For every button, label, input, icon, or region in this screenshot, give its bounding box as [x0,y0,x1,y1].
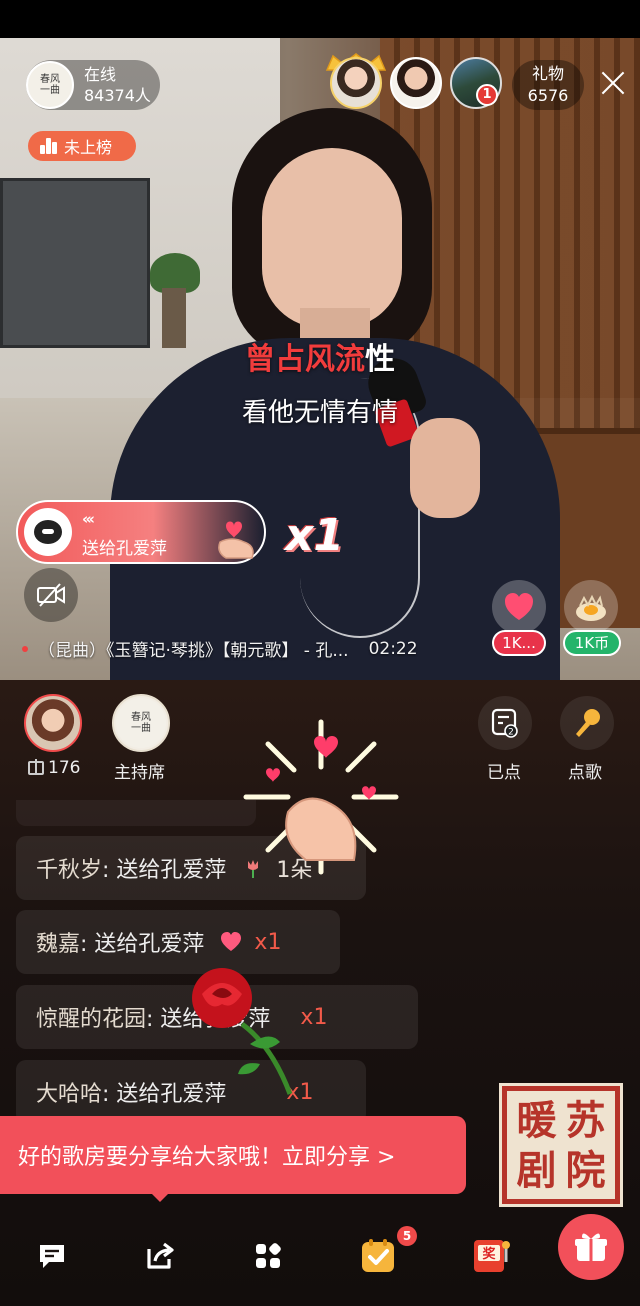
seal-char: 暖 [516,1097,557,1144]
camera-off-icon [37,583,65,607]
seal-char: 苏 [565,1097,606,1144]
close-icon[interactable] [596,66,630,100]
host-seat-label: 主持席 [114,763,165,783]
gift-button[interactable] [558,1214,624,1280]
host-seat-avatar[interactable]: 春风 一曲 [112,694,170,752]
singer-gift-stat: 176 [28,758,80,778]
song-title: （昆曲）《玉簪记·琴挑》【朝元歌】 - 孔... [38,641,349,661]
lottery-button[interactable]: 奖 [466,1230,518,1282]
chat-action: : 送给孔爱萍 [80,932,205,957]
rank-button[interactable]: 未上榜 [28,131,136,161]
gift-multiplier: x1 [285,510,344,561]
singer-face [262,148,402,328]
chat-user: 惊醒的花园 [36,1007,147,1032]
top-gifter-avatar-1[interactable] [330,57,382,109]
more-apps-button[interactable] [242,1230,294,1282]
ordered-songs-button[interactable]: 2 [478,696,532,750]
share-button[interactable] [134,1230,186,1282]
now-playing[interactable]: （昆曲）《玉簪记·琴挑》【朝元歌】 - 孔... 02:22 [22,636,418,661]
online-count: 84374人 [84,86,151,105]
request-song-button[interactable] [560,696,614,750]
chat-user: 大哈哈 [36,1082,103,1107]
gift-banner-text: 送给孔爱萍 [82,539,167,559]
egg-icon [576,594,606,621]
checklist-icon [362,1239,394,1272]
camera-off-button[interactable] [24,568,78,622]
top-gifter-avatar-2[interactable] [390,57,442,109]
video-bg-door [0,178,150,348]
seal-char: 剧 [516,1147,557,1194]
chat-fade [16,800,256,826]
chat-bubble-icon [34,520,62,544]
song-time: 02:22 [368,638,418,659]
heart-icon [505,593,533,620]
comment-icon [40,1245,64,1268]
toast-pointer [150,1192,170,1202]
lottery-machine-icon: 奖 [474,1240,510,1272]
finger-heart-burst-animation [243,719,399,875]
lyric-next: 看他无情有情 [241,398,398,428]
podium-icon [40,138,58,154]
grid-icon [256,1243,281,1268]
bottom-toolbar: 奖 [0,1214,640,1306]
gift-icon [28,759,44,775]
coin-gift-button[interactable] [564,580,618,634]
top-gifter-badge: 1 [476,84,498,106]
lyric-rest: 性 [365,342,395,377]
playlist-icon: 2 [491,708,518,738]
chat-user: 千秋岁 [36,858,103,883]
host-logo: 春风 一曲 [116,698,166,748]
theater-seal-watermark: 暖苏剧院 [502,1086,620,1204]
chat-qty: x1 [254,929,282,955]
recording-dot [22,645,28,652]
chat-action: : 送给孔爱萍 [102,858,227,883]
lyric-current: 曾占风流性 [0,334,640,378]
gift-count: 6576 [527,86,569,105]
rose-gift-animation [192,968,293,1095]
ordered-label: 已点 [487,763,521,783]
sender-avatar [24,508,72,556]
coin-gift-label: 1K币 [563,630,621,656]
chat-user: 魏嘉 [36,932,81,957]
heart-gift-button[interactable] [492,580,546,634]
gift-label: 礼物 [531,64,564,83]
double-arrow-icon: «‹ [82,510,95,528]
online-label: 在线 [84,65,117,84]
ordered-badge: 2 [508,728,514,738]
lottery-char: 奖 [482,1246,496,1262]
heart-gift-count: 1K... [492,630,546,656]
share-toast-button[interactable]: 好的歌房要分享给大家哦！立即分享 > [0,1116,466,1194]
rank-label: 未上榜 [64,138,113,157]
finger-heart-gift-icon [218,521,254,559]
request-label: 点歌 [568,763,602,783]
singer-gift-count: 176 [48,758,81,778]
gift-box-icon [575,1233,607,1261]
task-badge: 5 [397,1226,417,1246]
viewer-count-pill[interactable]: 春风 一曲 在线 84374人 [26,60,160,110]
gift-count-pill[interactable]: 礼物 6576 [512,60,584,110]
microphone-icon [576,709,600,737]
singer-avatar[interactable] [24,694,82,752]
video-bg-plant [150,253,200,293]
seal-char: 院 [565,1147,606,1194]
lyric-highlight: 曾占风流 [245,342,365,377]
singer-hand [410,418,480,518]
share-toast-text: 好的歌房要分享给大家哦！立即分享 > [18,1145,396,1170]
share-icon [147,1242,174,1269]
comment-button[interactable] [26,1230,78,1282]
room-logo: 春风 一曲 [26,61,74,109]
heart-icon [221,932,242,951]
